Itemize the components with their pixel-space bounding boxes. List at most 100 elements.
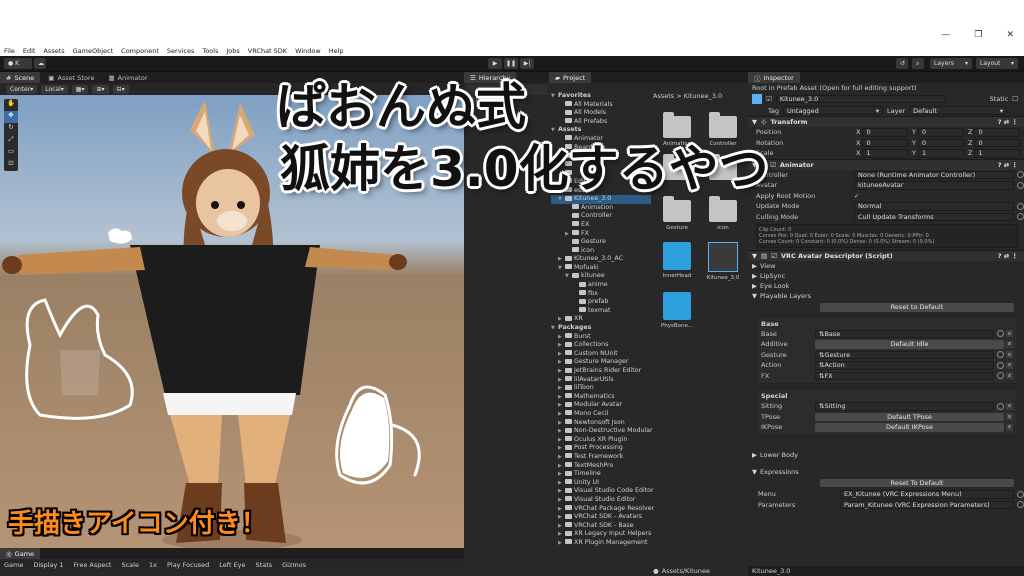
menu-item-window[interactable]: Window: [295, 47, 321, 55]
caret-icon[interactable]: ▶: [558, 419, 565, 428]
remove-icon[interactable]: x: [1006, 330, 1013, 338]
property-field[interactable]: None (Runtime Animator Controller): [854, 170, 1014, 179]
caret-icon[interactable]: ▶: [558, 505, 565, 514]
game-toolbar-item-play-focused[interactable]: Play Focused: [167, 561, 209, 569]
account-button[interactable]: ● K: [4, 58, 32, 69]
folder-item[interactable]: All Materials: [551, 101, 651, 110]
layer-field[interactable]: ⇅Action: [815, 361, 994, 370]
menu-item-edit[interactable]: Edit: [23, 47, 36, 55]
game-toolbar-item-stats[interactable]: Stats: [256, 561, 273, 569]
target-icon[interactable]: [997, 402, 1004, 410]
caret-icon[interactable]: ▶: [558, 333, 565, 342]
target-icon[interactable]: [997, 372, 1004, 380]
folder-item[interactable]: fbx: [551, 290, 651, 299]
folder-item[interactable]: ▼ Mofuaki: [551, 264, 651, 273]
folder-item[interactable]: ▶ Test Framework: [551, 453, 651, 462]
menu-item-component[interactable]: Component: [121, 47, 159, 55]
layer-field[interactable]: ⇅Gesture: [815, 350, 994, 359]
tree-section[interactable]: ▼ Assets: [551, 126, 651, 135]
caret-icon[interactable]: ▶: [558, 384, 565, 393]
folder-item[interactable]: Animation: [551, 204, 651, 213]
tree-section[interactable]: ▼ Favorites: [551, 92, 651, 101]
folder-item[interactable]: ▶ Burst: [551, 333, 651, 342]
tab-scene[interactable]: # Scene: [0, 72, 41, 83]
layer-default-button[interactable]: Default Idle: [815, 340, 1004, 349]
folder-item[interactable]: ▶ Custom NUnit: [551, 350, 651, 359]
static-checkbox[interactable]: ☐: [1012, 95, 1018, 103]
asset-tile[interactable]: InnerHead: [657, 242, 697, 282]
folder-item[interactable]: icon: [551, 247, 651, 256]
folder-item[interactable]: ▼ kitunee: [551, 272, 651, 281]
tab-project[interactable]: ▰ Project: [549, 72, 592, 83]
caret-icon[interactable]: ▶: [558, 427, 565, 436]
axis-field[interactable]: 0: [974, 128, 1020, 137]
grid-snap-button[interactable]: ▦ ▾: [71, 84, 89, 94]
caret-icon[interactable]: ▶: [565, 230, 572, 239]
target-icon[interactable]: [997, 361, 1004, 369]
transform-header[interactable]: ▼ ⊹ Transform? ⇄ ⋮: [748, 116, 1024, 127]
caret-icon[interactable]: ▶: [558, 539, 565, 548]
tab-animator[interactable]: ▦ Animator: [102, 72, 153, 83]
caret-icon[interactable]: ▶: [558, 255, 565, 264]
game-toolbar-item-game[interactable]: Game: [4, 561, 23, 569]
cloud-button[interactable]: ☁: [34, 58, 46, 69]
caret-icon[interactable]: ▶: [558, 444, 565, 453]
more-icon[interactable]: ? ⇄ ⋮: [998, 118, 1018, 126]
history-button[interactable]: ↺: [896, 58, 908, 69]
axis-field[interactable]: 0: [862, 128, 908, 137]
caret-icon[interactable]: ▼: [551, 92, 558, 101]
step-button[interactable]: ▶|: [520, 58, 534, 69]
object-name-field[interactable]: Kitunee_3.0: [775, 94, 946, 104]
menu-item-vrchat-sdk[interactable]: VRChat SDK: [248, 47, 287, 55]
tab-inspector[interactable]: ⓘ Inspector: [748, 72, 800, 83]
foldout-view[interactable]: ▶ View: [748, 261, 1024, 271]
caret-icon[interactable]: ▼: [565, 272, 572, 281]
asset-tile[interactable]: Gesture: [657, 196, 697, 232]
target-icon[interactable]: [1017, 171, 1024, 179]
caret-icon[interactable]: ▶: [558, 315, 565, 324]
axis-field[interactable]: 0: [974, 138, 1020, 147]
tag-dropdown[interactable]: Untagged ▾: [783, 106, 884, 115]
tree-section[interactable]: ▼ Packages: [551, 324, 651, 333]
caret-icon[interactable]: ▶: [558, 479, 565, 488]
target-icon[interactable]: [997, 351, 1004, 359]
apply-root-motion-checkbox[interactable]: ✓: [854, 192, 859, 200]
folder-item[interactable]: ▶ Visual Studio Code Editor: [551, 487, 654, 496]
folder-item[interactable]: ▶ Mono Cecil: [551, 410, 651, 419]
folder-item[interactable]: EX: [551, 221, 651, 230]
folder-item[interactable]: ▶ VRChat SDK - Base: [551, 522, 651, 531]
folder-item[interactable]: ▶ Modular Avatar: [551, 401, 651, 410]
folder-item[interactable]: ▶ Collections: [551, 341, 651, 350]
remove-icon[interactable]: x: [1006, 372, 1013, 380]
menu-item-help[interactable]: Help: [329, 47, 344, 55]
caret-icon[interactable]: ▶: [558, 358, 565, 367]
minimize-icon[interactable]: —: [941, 30, 950, 40]
asset-tile[interactable]: Kitunee_3.0: [703, 242, 743, 282]
more-icon[interactable]: ? ⇄ ⋮: [998, 252, 1018, 260]
folder-item[interactable]: ▶ Oculus XR Plugin: [551, 436, 651, 445]
remove-icon[interactable]: x: [1006, 413, 1013, 421]
caret-icon[interactable]: ▼: [551, 324, 558, 333]
layer-field[interactable]: ⇅FX: [815, 371, 994, 380]
menu-item-jobs[interactable]: Jobs: [226, 47, 239, 55]
game-toolbar-item-left-eye[interactable]: Left Eye: [219, 561, 245, 569]
reset-expressions-button[interactable]: Reset To Default: [820, 478, 1014, 487]
folder-item[interactable]: All Prefabs: [551, 118, 651, 127]
remove-icon[interactable]: x: [1006, 402, 1013, 410]
remove-icon[interactable]: x: [1006, 351, 1013, 359]
animator-checkbox[interactable]: ☑: [770, 161, 776, 169]
layer-default-button[interactable]: Default IKPose: [815, 423, 1004, 432]
pivot-dropdown[interactable]: Center ▾: [6, 84, 38, 94]
folder-item[interactable]: ▶ XR: [551, 315, 651, 324]
folder-item[interactable]: anime: [551, 281, 651, 290]
folder-item[interactable]: ▶ JetBrains Rider Editor: [551, 367, 651, 376]
folder-item[interactable]: prefab: [551, 298, 651, 307]
target-icon[interactable]: [1017, 490, 1024, 498]
close-icon[interactable]: ✕: [1006, 30, 1014, 40]
game-toolbar-item-1x[interactable]: 1x: [149, 561, 157, 569]
caret-icon[interactable]: ▶: [558, 522, 565, 531]
folder-item[interactable]: ▶ lilToon: [551, 384, 651, 393]
layer-field[interactable]: ⇅Base: [815, 329, 994, 338]
caret-icon[interactable]: ▶: [558, 530, 565, 539]
layer-field[interactable]: ⇅Sitting: [815, 402, 994, 411]
